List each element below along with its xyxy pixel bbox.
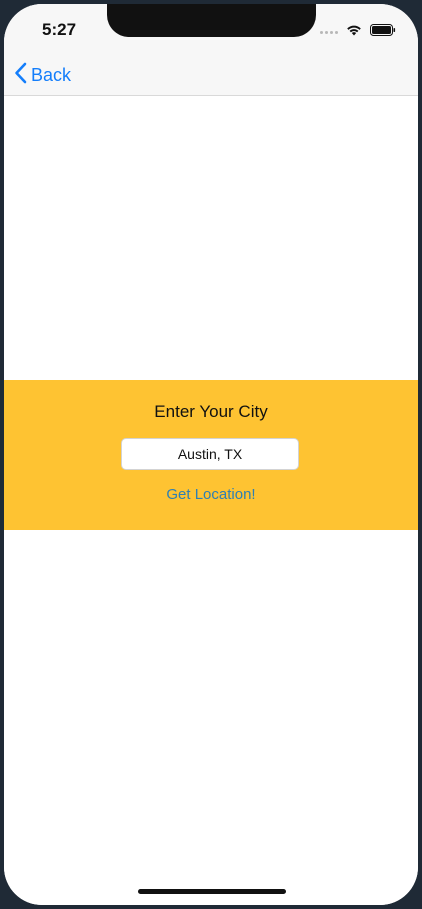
status-icons: [320, 23, 396, 41]
notch: [107, 4, 316, 37]
get-location-button[interactable]: Get Location!: [4, 486, 418, 503]
content-area: Enter Your City Get Location!: [4, 96, 418, 905]
battery-icon: [370, 23, 396, 41]
status-bar: 5:27: [4, 4, 418, 54]
panel-title: Enter Your City: [154, 402, 268, 421]
wifi-icon: [346, 23, 362, 41]
city-input[interactable]: [121, 438, 299, 470]
navigation-bar: Back: [4, 54, 418, 96]
chevron-left-icon: [14, 62, 27, 89]
city-entry-panel: Enter Your City Get Location!: [4, 380, 418, 530]
signal-dots-icon: [320, 30, 338, 34]
back-button[interactable]: Back: [14, 62, 71, 89]
home-indicator[interactable]: [138, 889, 286, 894]
status-time: 5:27: [42, 20, 77, 39]
back-button-label: Back: [31, 65, 72, 85]
device-frame: 5:27 Back Enter Your City Austin, TX Get…: [0, 0, 422, 909]
screen: 5:27 Back Enter Your City Austin, TX Get…: [4, 4, 418, 905]
